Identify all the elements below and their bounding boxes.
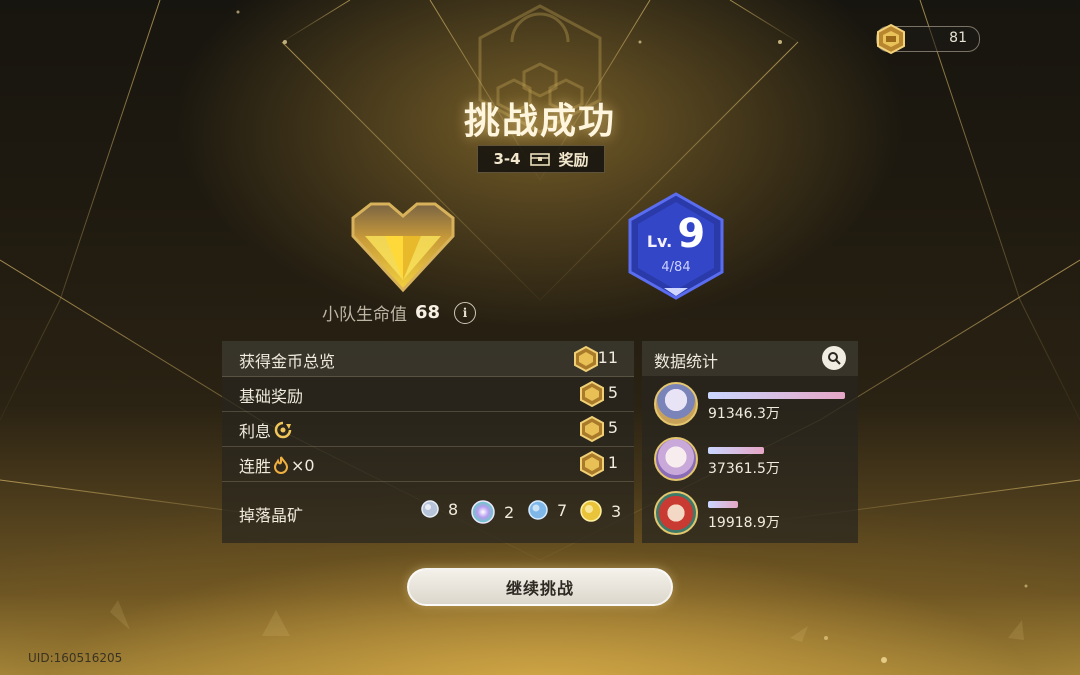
heart-icon xyxy=(351,202,455,293)
silver-crystal-icon xyxy=(421,500,439,518)
coin-balance-value: 81 xyxy=(949,30,967,46)
coin-icon xyxy=(580,415,604,443)
stage-tag: 3-4 奖励 xyxy=(477,145,605,173)
squad-hp-value: 68 xyxy=(415,302,441,323)
search-button[interactable] xyxy=(822,346,846,370)
coin-row-label: 连胜 xyxy=(239,457,272,476)
level-value: 9 xyxy=(677,211,706,257)
damage-bar xyxy=(708,501,738,508)
interest-icon xyxy=(274,421,292,439)
rainbow-crystal-icon xyxy=(471,500,495,524)
damage-stats-panel: 数据统计 91346.3万 37361.5万 19918.9万 xyxy=(642,341,858,543)
damage-value: 91346.3万 xyxy=(708,406,780,422)
coin-icon xyxy=(580,380,604,408)
streak-count: ×0 xyxy=(291,455,315,475)
crystal-count: 7 xyxy=(557,500,568,520)
crystal-count: 8 xyxy=(448,499,459,519)
coin-icon xyxy=(574,345,598,373)
crystal-drop-item: 8 xyxy=(420,499,458,519)
damage-row[interactable]: 91346.3万 xyxy=(654,382,854,428)
coin-row-value: 1 xyxy=(607,453,618,472)
squad-hp: 小队生命值 68 i xyxy=(322,300,477,325)
avatar xyxy=(654,382,698,426)
coin-row-interest: 利息 5 xyxy=(222,411,634,447)
coin-row-value: 5 xyxy=(607,418,618,437)
damage-row[interactable]: 19918.9万 xyxy=(654,491,854,537)
damage-value: 19918.9万 xyxy=(708,515,780,531)
damage-value: 37361.5万 xyxy=(708,461,780,477)
damage-bar xyxy=(708,447,764,454)
crystal-drop-label: 掉落晶矿 xyxy=(239,506,304,525)
blue-crystal-icon xyxy=(528,500,548,520)
info-icon[interactable]: i xyxy=(454,301,477,324)
damage-stats-title: 数据统计 xyxy=(654,352,719,371)
gold-crystal-icon xyxy=(580,500,602,522)
coin-row-label: 基础奖励 xyxy=(239,387,304,406)
damage-row[interactable]: 37361.5万 xyxy=(654,437,854,483)
crystal-drop-item: 2 xyxy=(470,499,514,525)
search-icon xyxy=(828,352,841,365)
treasure-chest-icon xyxy=(529,153,550,166)
flame-icon xyxy=(274,456,289,474)
stage-reward-label: 奖励 xyxy=(558,150,589,169)
crystal-drop-item: 7 xyxy=(527,499,567,521)
avatar xyxy=(654,437,698,481)
user-id: UID:160516205 xyxy=(28,651,123,665)
coin-summary-total: 11 xyxy=(597,348,618,367)
damage-bar xyxy=(708,392,845,399)
coin-balance: 81 xyxy=(876,23,980,55)
crystal-count: 3 xyxy=(611,501,622,521)
damage-stats-header: 数据统计 xyxy=(642,341,858,376)
coin-summary-panel: 获得金币总览 11 基础奖励 5 利息 5 连胜 ×0 1 掉落晶矿 8 2 7… xyxy=(222,341,634,543)
continue-challenge-button[interactable]: 继续挑战 xyxy=(407,568,673,606)
coin-row-label: 利息 xyxy=(239,422,272,441)
crystal-drop-item: 3 xyxy=(579,499,621,523)
coin-icon xyxy=(580,450,604,478)
coin-summary-header: 获得金币总览 11 xyxy=(222,341,634,377)
coin-icon xyxy=(877,23,905,55)
squad-hp-label: 小队生命值 xyxy=(322,305,407,325)
crystal-count: 2 xyxy=(504,502,515,522)
avatar xyxy=(654,491,698,535)
coin-row-base: 基础奖励 5 xyxy=(222,376,634,412)
stage-number: 3-4 xyxy=(493,150,521,168)
level-exp: 4/84 xyxy=(661,260,691,275)
coin-summary-title: 获得金币总览 xyxy=(239,352,336,371)
coin-row-streak: 连胜 ×0 1 xyxy=(222,446,634,482)
result-title: 挑战成功 xyxy=(463,101,616,142)
squad-heart xyxy=(345,198,461,298)
level-badge: Lv. 9 4/84 xyxy=(626,192,726,302)
coin-row-value: 5 xyxy=(607,383,618,402)
level-prefix: Lv. xyxy=(646,232,673,251)
